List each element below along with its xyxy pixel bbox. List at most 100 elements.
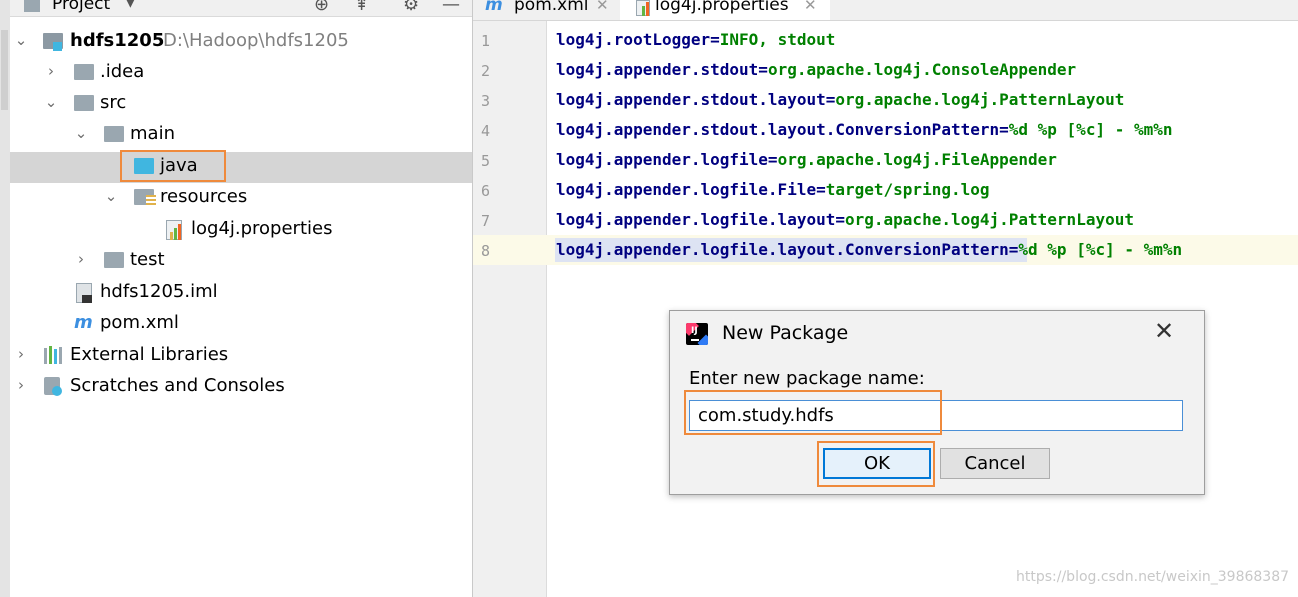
intellij-logo-icon: IJ [686, 323, 708, 345]
tree-item-label: Scratches and Consoles [70, 375, 285, 396]
tree-item-src[interactable]: ⌄ src [10, 89, 472, 120]
code-line[interactable]: log4j.appender.logfile.layout=org.apache… [556, 210, 1134, 229]
tree-item-scratches[interactable]: › Scratches and Consoles [10, 372, 472, 403]
tree-item-main[interactable]: ⌄ main [10, 120, 472, 151]
tree-item-label: resources [160, 186, 248, 207]
chevron-right-icon[interactable]: › [74, 250, 88, 268]
locate-icon[interactable]: ⊕ [314, 0, 329, 15]
tree-item-java[interactable]: java [10, 152, 472, 183]
tree-item-test[interactable]: › test [10, 246, 472, 277]
tree-item-label: pom.xml [100, 312, 179, 333]
property-key: log4j.appender.logfile.layout.Conversion… [556, 240, 1009, 259]
chevron-down-icon[interactable]: ⌄ [44, 93, 58, 111]
highlight-box-ok [817, 441, 935, 487]
close-icon[interactable]: ✕ [804, 0, 817, 14]
property-key: log4j.appender.stdout.layout [556, 90, 826, 109]
tree-item-path: D:\Hadoop\hdfs1205 [163, 30, 349, 51]
code-line[interactable]: log4j.appender.logfile=org.apache.log4j.… [556, 150, 1057, 169]
maven-icon: m [74, 312, 93, 333]
close-icon[interactable]: ✕ [596, 0, 609, 14]
chevron-right-icon[interactable]: › [44, 62, 58, 80]
code-line[interactable]: log4j.appender.logfile.File=target/sprin… [556, 180, 990, 199]
cancel-button[interactable]: Cancel [940, 448, 1050, 479]
code-line[interactable]: log4j.rootLogger=INFO, stdout [556, 30, 835, 49]
code-line[interactable]: log4j.appender.stdout=org.apache.log4j.C… [556, 60, 1076, 79]
editor-tab-bar: m pom.xml ✕ log4j.properties ✕ [473, 0, 1298, 21]
folder-icon [104, 126, 124, 142]
hide-icon[interactable]: — [442, 0, 460, 15]
folder-icon [74, 64, 94, 80]
tree-item-iml[interactable]: hdfs1205.iml [10, 278, 472, 309]
property-key: log4j.appender.logfile.layout [556, 210, 836, 229]
equals-sign: = [767, 150, 778, 169]
module-folder-icon [43, 33, 63, 51]
property-value: org.apache.log4j.ConsoleAppender [767, 60, 1077, 79]
tab-pom-xml[interactable]: m pom.xml ✕ [473, 0, 619, 20]
line-number: 3 [481, 92, 491, 110]
code-line[interactable]: log4j.appender.logfile.layout.Conversion… [556, 240, 1182, 259]
project-panel-title[interactable]: Project [52, 0, 110, 14]
tree-item-idea[interactable]: › .idea [10, 58, 472, 89]
property-key: log4j.appender.logfile.File [556, 180, 817, 199]
equals-sign: = [999, 120, 1009, 139]
highlight-box-java [120, 150, 226, 182]
tree-item-label: hdfs1205 [70, 30, 165, 51]
tree-item-label: src [100, 92, 127, 113]
chevron-down-icon[interactable]: ⌄ [104, 187, 118, 205]
property-value: org.apache.log4j.FileAppender [777, 150, 1057, 169]
chevron-right-icon[interactable]: › [14, 376, 28, 394]
property-key: log4j.appender.stdout [556, 60, 759, 79]
property-value: org.apache.log4j.PatternLayout [845, 210, 1134, 229]
tree-item-label: External Libraries [70, 344, 229, 365]
tab-label: log4j.properties [655, 0, 789, 15]
tree-item-pom-xml[interactable]: m pom.xml [10, 309, 472, 340]
chevron-down-icon[interactable]: ⌄ [14, 31, 28, 49]
property-key: log4j.rootLogger [556, 30, 711, 49]
equals-sign: = [835, 210, 845, 229]
gear-icon[interactable]: ⚙ [403, 0, 419, 15]
property-value: %d %p [%c] - %m%n [1008, 120, 1173, 139]
chevron-down-icon[interactable]: ⌄ [74, 124, 88, 142]
watermark: https://blog.csdn.net/weixin_39868387 [1016, 569, 1290, 585]
line-number: 1 [481, 32, 491, 50]
tree-item-external-libraries[interactable]: › External Libraries [10, 341, 472, 372]
package-name-label: Enter new package name: [689, 368, 925, 389]
tree-item-label: main [130, 123, 175, 144]
equals-sign: = [758, 60, 768, 79]
tree-item-label: log4j.properties [191, 218, 333, 239]
property-value: %d %p [%c] - %m%n [1018, 240, 1183, 259]
property-value: target/spring.log [825, 180, 990, 199]
property-key: log4j.appender.logfile [556, 150, 768, 169]
line-number: 6 [481, 182, 491, 200]
project-tool-window-tab[interactable] [1, 30, 8, 110]
line-number: 4 [481, 122, 491, 140]
tree-item-label: test [130, 249, 165, 270]
project-icon [24, 0, 40, 12]
project-panel: Project ▼ ⊕ ⇞ ⚙ — ⌄ hdfs1205 D:\Hadoop\h… [10, 0, 473, 597]
code-line[interactable]: log4j.appender.stdout.layout.ConversionP… [556, 120, 1173, 139]
property-value: INFO, stdout [719, 30, 836, 49]
equals-sign: = [816, 180, 826, 199]
chevron-right-icon[interactable]: › [14, 345, 28, 363]
equals-sign: = [710, 30, 720, 49]
tree-item-label: .idea [100, 61, 145, 82]
equals-sign: = [1008, 240, 1019, 259]
tree-item-resources[interactable]: ⌄ resources [10, 183, 472, 214]
tree-item-log4j-properties[interactable]: log4j.properties [10, 215, 472, 246]
chevron-down-icon[interactable]: ▼ [125, 0, 136, 10]
folder-icon [104, 252, 124, 268]
line-number: 5 [481, 152, 491, 170]
line-number: 7 [481, 212, 491, 230]
code-line[interactable]: log4j.appender.stdout.layout=org.apache.… [556, 90, 1124, 109]
close-icon[interactable]: ✕ [1154, 317, 1174, 345]
line-number: 2 [481, 62, 491, 80]
highlight-box-input [684, 390, 942, 435]
resources-folder-icon [134, 189, 156, 206]
equals-sign: = [825, 90, 836, 109]
tree-item-hdfs1205[interactable]: ⌄ hdfs1205 D:\Hadoop\hdfs1205 [10, 27, 472, 58]
tab-log4j-properties[interactable]: log4j.properties ✕ [620, 0, 830, 20]
collapse-all-icon[interactable]: ⇞ [354, 0, 369, 15]
tab-label: pom.xml [514, 0, 589, 15]
dialog-title: New Package [722, 322, 849, 344]
project-panel-header: Project ▼ ⊕ ⇞ ⚙ — [10, 0, 472, 17]
